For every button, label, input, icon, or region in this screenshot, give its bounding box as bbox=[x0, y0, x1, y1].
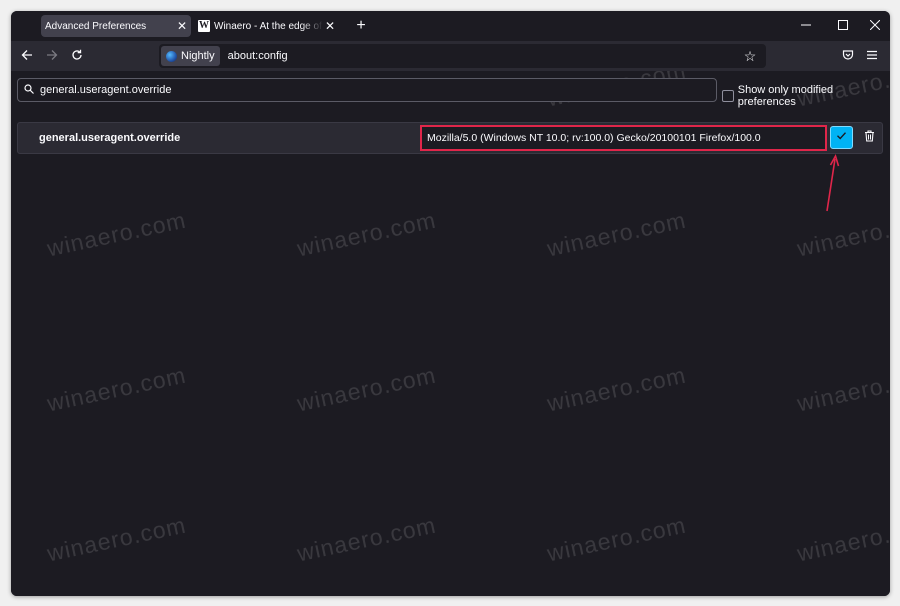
search-value: general.useragent.override bbox=[40, 84, 172, 96]
watermark: winaero.com bbox=[544, 361, 689, 417]
back-icon[interactable] bbox=[16, 46, 38, 66]
preference-value-input[interactable]: Mozilla/5.0 (Windows NT 10.0; rv:100.0) … bbox=[420, 125, 827, 151]
show-modified-label: Show only modified preferences bbox=[737, 84, 834, 108]
winaero-favicon: W bbox=[198, 20, 210, 32]
red-arrow-icon bbox=[826, 153, 840, 212]
url-bar[interactable]: Nightly about:config ☆ bbox=[159, 44, 766, 68]
watermark: winaero.com bbox=[794, 206, 890, 262]
maximize-icon[interactable] bbox=[832, 16, 854, 36]
new-tab-icon[interactable]: + bbox=[351, 16, 371, 36]
delete-button[interactable] bbox=[861, 128, 877, 148]
watermark: winaero.com bbox=[794, 361, 890, 417]
preference-search-input[interactable]: general.useragent.override bbox=[17, 78, 717, 102]
close-icon[interactable] bbox=[864, 16, 886, 36]
check-icon bbox=[836, 130, 847, 144]
watermark: winaero.com bbox=[294, 361, 439, 417]
preference-row: general.useragent.override Mozilla/5.0 (… bbox=[17, 122, 883, 154]
watermark: winaero.com bbox=[544, 206, 689, 262]
identity-label: Nightly bbox=[181, 50, 215, 62]
forward-icon[interactable] bbox=[41, 46, 63, 66]
minimize-icon[interactable] bbox=[795, 16, 817, 36]
trash-icon bbox=[864, 130, 875, 145]
watermark: winaero.com bbox=[294, 511, 439, 567]
watermark: winaero.com bbox=[44, 206, 189, 262]
tab-close-icon[interactable]: ✕ bbox=[175, 19, 189, 33]
identity-box[interactable]: Nightly bbox=[161, 46, 220, 66]
watermark: winaero.com bbox=[294, 206, 439, 262]
preference-name: general.useragent.override bbox=[39, 132, 181, 144]
tab-close-icon[interactable]: ✕ bbox=[323, 19, 337, 33]
watermark: winaero.com bbox=[544, 511, 689, 567]
tab-title: Advanced Preferences bbox=[45, 20, 147, 32]
watermark: winaero.com bbox=[794, 511, 890, 567]
tab-winaero[interactable]: W Winaero - At the edge of tweaking ✕ bbox=[194, 15, 339, 37]
pocket-icon[interactable] bbox=[837, 46, 859, 66]
show-modified-checkbox[interactable] bbox=[722, 90, 734, 102]
save-button[interactable] bbox=[830, 126, 853, 149]
reload-icon[interactable] bbox=[66, 46, 88, 66]
menu-icon[interactable] bbox=[861, 46, 883, 66]
browser-window: Advanced Preferences ✕ W Winaero - At th… bbox=[11, 11, 890, 596]
tab-advanced-preferences[interactable]: Advanced Preferences ✕ bbox=[41, 15, 191, 37]
tab-title: Winaero - At the edge of tweaking bbox=[214, 20, 323, 32]
show-modified-toggle[interactable]: Show only modified preferences bbox=[722, 84, 890, 108]
navigation-toolbar: Nightly about:config ☆ bbox=[11, 41, 890, 71]
about-config-page: winaero.com winaero.com winaero.com wina… bbox=[11, 71, 890, 596]
nightly-logo-icon bbox=[166, 50, 177, 62]
tab-strip: Advanced Preferences ✕ W Winaero - At th… bbox=[11, 11, 890, 41]
watermark: winaero.com bbox=[44, 511, 189, 567]
search-icon bbox=[20, 83, 38, 97]
bookmark-star-icon[interactable]: ☆ bbox=[740, 48, 760, 65]
watermark: winaero.com bbox=[44, 361, 189, 417]
url-text[interactable]: about:config bbox=[228, 50, 740, 62]
